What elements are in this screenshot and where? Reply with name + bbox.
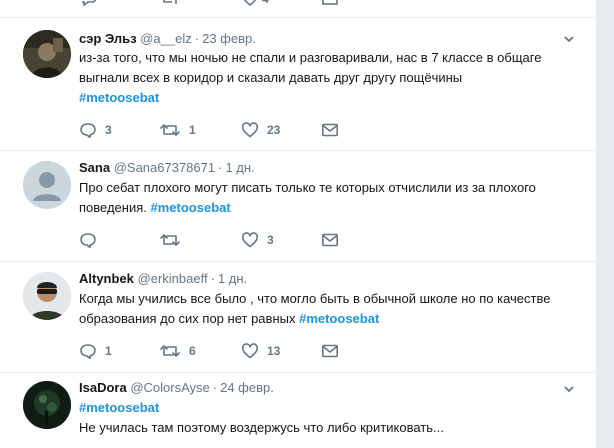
heart-icon xyxy=(241,122,259,138)
retweet-count: 6 xyxy=(189,344,196,358)
scrollbar[interactable] xyxy=(596,0,614,448)
envelope-icon xyxy=(321,233,338,247)
reply-button[interactable]: 1 xyxy=(79,341,112,361)
tweet-header: Sana @Sana67378671 · 1 дн. xyxy=(79,160,255,176)
like-button[interactable]: 13 xyxy=(241,341,280,361)
tweet-header: Altynbek @erkinbaeff · 1 дн. xyxy=(79,271,247,287)
tweet-item[interactable]: IsaDora @ColorsAyse · 24 февр. #metoosebat… xyxy=(0,372,596,448)
default-avatar-icon xyxy=(23,161,71,209)
author-name[interactable]: сэр Эльз xyxy=(79,31,137,46)
hashtag-link[interactable]: #metoosebat xyxy=(299,311,379,326)
retweet-button[interactable] xyxy=(159,230,189,250)
tweet-date[interactable]: 1 дн. xyxy=(225,160,254,175)
like-button[interactable]: 3 xyxy=(241,230,274,250)
heart-icon xyxy=(241,343,259,359)
avatar[interactable] xyxy=(23,30,71,78)
tweet-item[interactable]: сэр Эльз @a__elz · 23 февр. из-за того, чт… xyxy=(0,17,596,150)
tweet-item[interactable]: Sana @Sana67378671 · 1 дн. Про себат плохо… xyxy=(0,150,596,261)
direct-message-button[interactable] xyxy=(321,341,339,361)
hashtag-link[interactable]: #metoosebat xyxy=(151,200,231,215)
tweet-actions: 1 6 13 xyxy=(79,341,379,361)
reply-button[interactable] xyxy=(79,230,105,250)
envelope-icon xyxy=(321,344,338,358)
reply-count: 3 xyxy=(105,123,112,137)
chevron-down-icon[interactable] xyxy=(562,382,576,396)
tweet-body: Не училась там поэтому воздержусь что ли… xyxy=(79,420,444,435)
tweet-header: IsaDora @ColorsAyse · 24 февр. xyxy=(79,380,274,396)
tweet-actions: 3 1 23 xyxy=(79,120,379,140)
previous-tweet-actions: 4 xyxy=(0,0,596,16)
heart-icon xyxy=(241,232,259,248)
like-icon[interactable] xyxy=(241,0,259,6)
tweet-text: из-за того, что мы ночью не спали и разг… xyxy=(79,48,569,108)
tweet-text: Когда мы учились все было , что могло бы… xyxy=(79,289,569,329)
tweet-date[interactable]: 24 февр. xyxy=(220,380,274,395)
author-handle[interactable]: @ColorsAyse xyxy=(130,380,209,395)
author-name[interactable]: Altynbek xyxy=(79,271,134,286)
hashtag-link[interactable]: #metoosebat xyxy=(79,90,159,105)
tweet-text: Про себат плохого могут писать только те… xyxy=(79,178,569,218)
tweet-header: сэр Эльз @a__elz · 23 февр. xyxy=(79,31,256,47)
like-count: 4 xyxy=(262,0,269,6)
author-handle[interactable]: @erkinbaeff xyxy=(138,271,208,286)
dm-icon[interactable] xyxy=(321,0,339,6)
reply-icon[interactable] xyxy=(80,0,98,6)
author-handle[interactable]: @a__elz xyxy=(140,31,192,46)
author-name[interactable]: Sana xyxy=(79,160,110,175)
avatar[interactable] xyxy=(23,272,71,320)
author-name[interactable]: IsaDora xyxy=(79,380,127,395)
avatar[interactable] xyxy=(23,381,71,429)
tweet-text: #metoosebat Не училась там поэтому возде… xyxy=(79,398,569,438)
reply-icon xyxy=(80,123,96,138)
avatar[interactable] xyxy=(23,161,71,209)
separator-dot: · xyxy=(194,31,200,46)
direct-message-button[interactable] xyxy=(321,230,339,250)
direct-message-button[interactable] xyxy=(321,120,339,140)
avatar-photo-icon xyxy=(23,30,71,78)
reply-button[interactable]: 3 xyxy=(79,120,112,140)
like-button[interactable]: 23 xyxy=(241,120,280,140)
like-count: 13 xyxy=(267,344,281,358)
chevron-down-icon[interactable] xyxy=(562,32,576,46)
like-count: 3 xyxy=(267,233,274,247)
retweet-icon xyxy=(160,124,180,136)
retweet-icon xyxy=(160,234,180,246)
reply-count: 1 xyxy=(105,344,112,358)
separator-dot: · xyxy=(210,271,215,286)
reply-icon xyxy=(80,344,96,359)
retweet-button[interactable]: 6 xyxy=(159,341,196,361)
retweet-count: 1 xyxy=(189,123,196,137)
envelope-icon xyxy=(321,123,338,137)
author-handle[interactable]: @Sana67378671 xyxy=(114,160,215,175)
like-count: 23 xyxy=(267,123,281,137)
reply-icon xyxy=(80,233,96,248)
tweet-date[interactable]: 1 дн. xyxy=(218,271,247,286)
retweet-button[interactable]: 1 xyxy=(159,120,196,140)
tweet-feed: 4 сэр Эльз @a__elz·23 февр. из-за того, … xyxy=(0,0,596,448)
tweet-item[interactable]: Altynbek @erkinbaeff · 1 дн. Когда мы учил… xyxy=(0,261,596,372)
retweet-icon xyxy=(160,345,180,357)
avatar-photo-icon xyxy=(23,272,71,320)
tweet-actions: 3 xyxy=(79,230,379,250)
tweet-body: из-за того, что мы ночью не спали и разг… xyxy=(79,50,542,85)
retweet-icon[interactable] xyxy=(160,0,180,6)
tweet-date[interactable]: 23 февр. xyxy=(202,31,256,46)
separator-dot: · xyxy=(212,380,218,395)
hashtag-link[interactable]: #metoosebat xyxy=(79,400,159,415)
tweet-body: Про себат плохого могут писать только те… xyxy=(79,180,536,215)
avatar-photo-icon xyxy=(23,381,71,429)
separator-dot: · xyxy=(218,160,223,175)
